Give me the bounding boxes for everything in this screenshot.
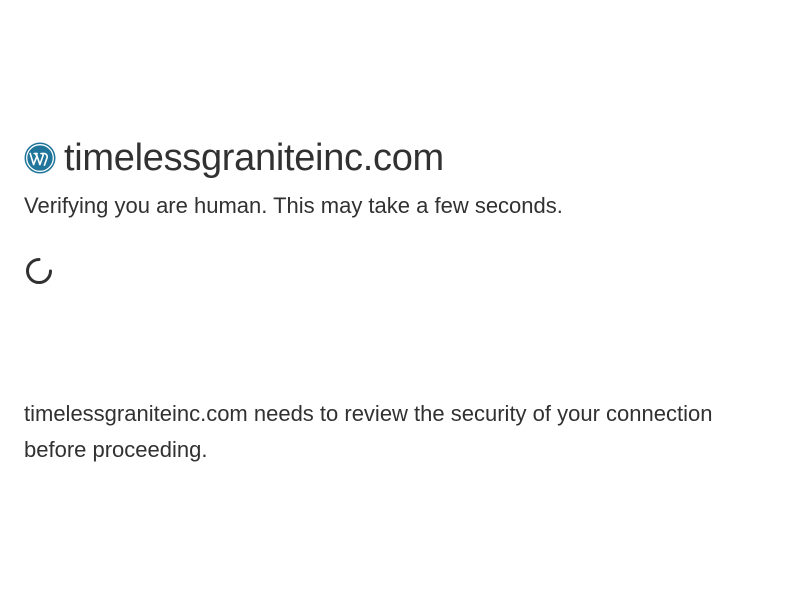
challenge-page: timelessgraniteinc.com Verifying you are… [0,0,800,600]
verifying-message: Verifying you are human. This may take a… [24,193,563,218]
wordpress-icon [24,142,56,174]
loading-spinner-icon [24,256,54,286]
security-review-message: timelessgraniteinc.com needs to review t… [24,401,713,462]
site-header: timelessgraniteinc.com [24,136,444,180]
site-domain-title: timelessgraniteinc.com [64,137,444,179]
